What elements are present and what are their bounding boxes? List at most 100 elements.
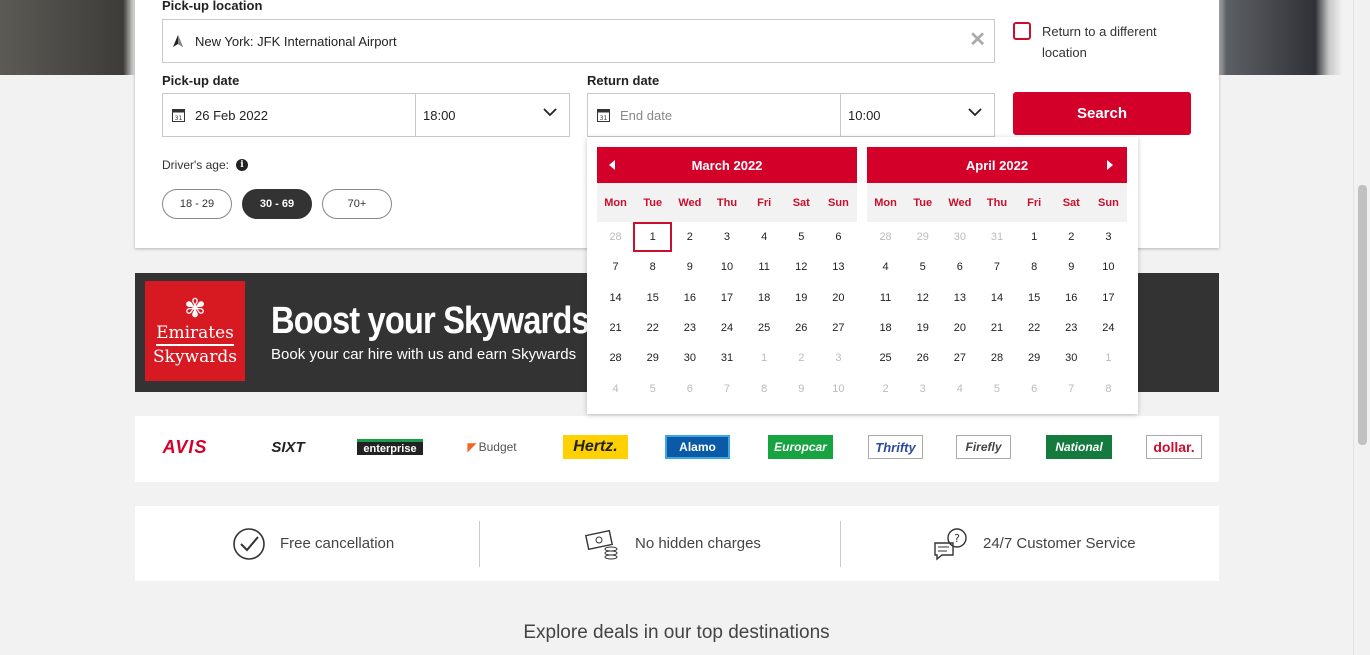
calendar-day-outside: 31 [990, 231, 1004, 244]
calendar-day-outside: 10 [832, 382, 845, 395]
calendar-day[interactable]: 28 [597, 343, 634, 373]
age-option-30-69[interactable]: 30 - 69 [242, 189, 312, 219]
calendar-day-outside: 4 [956, 382, 963, 395]
calendar-day[interactable]: 2 [671, 222, 708, 252]
return-date-input[interactable]: 31 End date [587, 93, 841, 137]
calendar-day-outside: 30 [953, 231, 966, 244]
calendar-day-outside: 29 [916, 231, 929, 244]
calendar-day[interactable]: 11 [746, 252, 783, 282]
month-title: April 2022 [965, 157, 1029, 173]
calendar-day[interactable]: 23 [1053, 313, 1090, 343]
calendar-day[interactable]: 12 [783, 252, 820, 282]
divider [479, 521, 480, 567]
calendar-day[interactable]: 2 [1053, 222, 1090, 252]
calendar-day[interactable]: 30 [1053, 343, 1090, 373]
pickup-date-input[interactable]: 31 26 Feb 2022 [162, 93, 416, 137]
driver-age-text: Driver's age: [162, 158, 229, 172]
calendar-day[interactable]: 27 [820, 313, 857, 343]
calendar-day[interactable]: 16 [671, 283, 708, 313]
calendar-day[interactable]: 23 [671, 313, 708, 343]
calendar-day[interactable]: 5 [904, 252, 941, 282]
calendar-day[interactable]: 10 [1090, 252, 1127, 282]
calendar-day[interactable]: 4 [746, 222, 783, 252]
calendar-day[interactable]: 6 [820, 222, 857, 252]
calendar-day[interactable]: 15 [1016, 283, 1053, 313]
calendar-day[interactable]: 8 [1016, 252, 1053, 282]
calendar-day[interactable]: 24 [708, 313, 745, 343]
calendar-day[interactable]: 20 [941, 313, 978, 343]
calendar-day[interactable]: 14 [978, 283, 1015, 313]
calendar-day[interactable]: 8 [634, 252, 671, 282]
calendar-day[interactable]: 20 [820, 283, 857, 313]
feature-no-hidden-charges: No hidden charges [585, 506, 761, 581]
calendar-day[interactable]: 21 [597, 313, 634, 343]
calendar-day[interactable]: 24 [1090, 313, 1127, 343]
calendar-day-outside: 7 [1068, 382, 1075, 395]
calendar-day[interactable]: 9 [1053, 252, 1090, 282]
weekday-label: Sat [792, 196, 810, 209]
calendar-day[interactable]: 30 [671, 343, 708, 373]
calendar-day[interactable]: 26 [783, 313, 820, 343]
calendar-day[interactable]: 18 [746, 283, 783, 313]
calendar-day[interactable]: 19 [904, 313, 941, 343]
return-time-select[interactable]: 10:00 [840, 93, 995, 137]
calendar-day[interactable]: 27 [941, 343, 978, 373]
calendar-day[interactable]: 28 [978, 343, 1015, 373]
pickup-location-input[interactable]: New York: JFK International Airport ✕ [162, 19, 995, 63]
brand-firefly-logo: Firefly [956, 435, 1011, 459]
calendar-day[interactable]: 17 [708, 283, 745, 313]
calendar-day[interactable]: 15 [634, 283, 671, 313]
weekday-label: Sat [1062, 196, 1080, 209]
calendar-day[interactable]: 10 [708, 252, 745, 282]
svg-text:31: 31 [174, 115, 182, 122]
calendar-day[interactable]: 21 [978, 313, 1015, 343]
calendar-day[interactable]: 29 [634, 343, 671, 373]
info-icon[interactable]: i [235, 159, 248, 171]
calendar-day[interactable]: 17 [1090, 283, 1127, 313]
explore-heading: Explore deals in our top destinations [523, 622, 830, 643]
return-different-label[interactable]: Return to a different location [1042, 21, 1172, 63]
calendar-day[interactable]: 11 [867, 283, 904, 313]
calendar-day[interactable]: 31 [708, 343, 745, 373]
scrollbar-thumb[interactable] [1358, 185, 1367, 445]
prev-month-arrow-icon[interactable] [609, 160, 615, 170]
brand-budget-logo: ◤ Budget [462, 435, 522, 459]
calendar-day[interactable]: 3 [708, 222, 745, 252]
calendar-day[interactable]: 6 [941, 252, 978, 282]
page-scrollbar[interactable] [1353, 0, 1370, 655]
calendar-day[interactable]: 4 [867, 252, 904, 282]
calendar-day[interactable]: 13 [941, 283, 978, 313]
search-button[interactable]: Search [1013, 92, 1191, 135]
calendar-day[interactable]: 9 [671, 252, 708, 282]
calendar-day[interactable]: 26 [904, 343, 941, 373]
age-option-70-plus[interactable]: 70+ [322, 189, 392, 219]
weekday-label: Wed [948, 196, 972, 209]
weekday-label: Thu [716, 196, 738, 209]
calendar-day[interactable]: 13 [820, 252, 857, 282]
calendar-day[interactable]: 22 [634, 313, 671, 343]
calendar-day[interactable]: 12 [904, 283, 941, 313]
next-month-arrow-icon[interactable] [1107, 160, 1113, 170]
calendar-day[interactable]: 22 [1016, 313, 1053, 343]
calendar-day[interactable]: 25 [867, 343, 904, 373]
calendar-day[interactable]: 14 [597, 283, 634, 313]
calendar-day[interactable]: 19 [783, 283, 820, 313]
age-option-18-29[interactable]: 18 - 29 [162, 189, 232, 219]
calendar-day[interactable]: 7 [978, 252, 1015, 282]
calendar-day[interactable]: 18 [867, 313, 904, 343]
pickup-date-label: Pick-up date [162, 73, 240, 88]
calendar-day[interactable]: 1 [633, 222, 673, 252]
calendar-day[interactable]: 1 [1016, 222, 1053, 252]
return-different-checkbox[interactable] [1013, 22, 1031, 40]
weekday-label: Tue [913, 196, 933, 209]
calendar-day[interactable]: 5 [783, 222, 820, 252]
calendar-day-outside: 6 [1031, 382, 1038, 395]
calendar-day[interactable]: 3 [1090, 222, 1127, 252]
calendar-day[interactable]: 29 [1016, 343, 1053, 373]
calendar-day[interactable]: 7 [597, 252, 634, 282]
clear-icon[interactable]: ✕ [969, 30, 986, 50]
pickup-time-select[interactable]: 18:00 [415, 93, 570, 137]
calendar-day-outside: 4 [612, 382, 619, 395]
calendar-day[interactable]: 25 [746, 313, 783, 343]
calendar-day[interactable]: 16 [1053, 283, 1090, 313]
